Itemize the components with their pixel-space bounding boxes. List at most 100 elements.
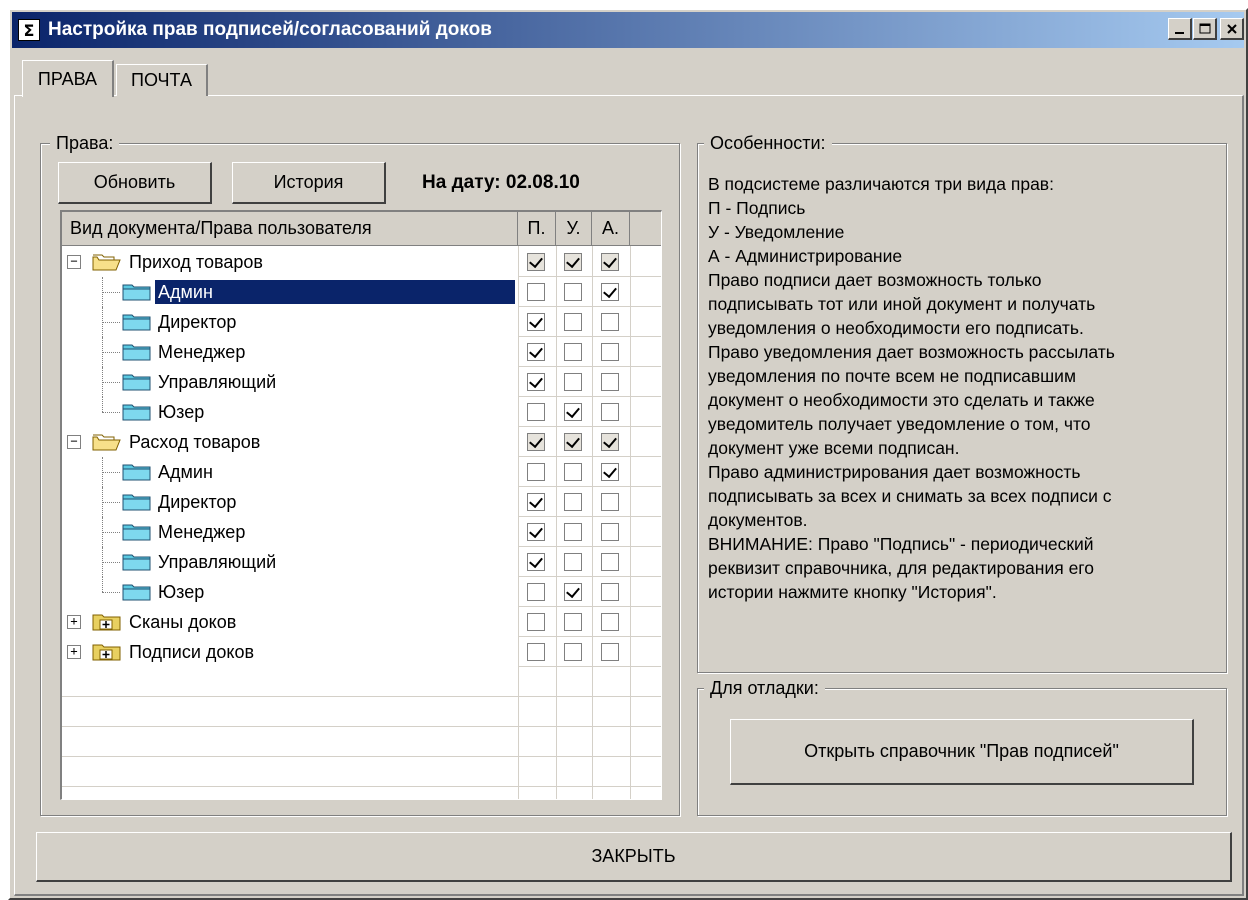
checkbox-u[interactable] <box>564 583 582 601</box>
column-gridline <box>592 246 593 799</box>
tab-pochta[interactable]: ПОЧТА <box>116 64 208 96</box>
minimize-button[interactable] <box>1168 18 1192 40</box>
close-button[interactable]: ЗАКРЫТЬ <box>36 832 1232 882</box>
close-window-button[interactable] <box>1220 18 1244 40</box>
tree-line <box>102 532 120 533</box>
checkbox-u[interactable] <box>564 463 582 481</box>
tab-pochta-label: ПОЧТА <box>131 70 192 90</box>
checkbox-p[interactable] <box>527 583 545 601</box>
checkbox-u[interactable] <box>564 313 582 331</box>
checkbox-a[interactable] <box>601 463 619 481</box>
window-title: Настройка прав подписей/согласований док… <box>48 19 492 40</box>
collapse-icon[interactable]: − <box>67 435 81 449</box>
collapse-icon[interactable]: − <box>67 255 81 269</box>
folder-icon <box>122 552 152 572</box>
column-header-a[interactable]: А. <box>592 212 630 246</box>
folder-icon <box>122 522 152 542</box>
checkbox-a[interactable] <box>601 343 619 361</box>
tree-node-label[interactable]: Директор <box>155 490 239 514</box>
expand-icon[interactable]: + <box>67 615 81 629</box>
tree-node-label[interactable]: Юзер <box>155 580 207 604</box>
checkbox-p[interactable] <box>527 283 545 301</box>
checkbox-u[interactable] <box>564 643 582 661</box>
column-header-p[interactable]: П. <box>518 212 556 246</box>
checkbox-a[interactable] <box>601 433 619 451</box>
checkbox-p[interactable] <box>527 433 545 451</box>
checkbox-p[interactable] <box>527 523 545 541</box>
refresh-button[interactable]: Обновить <box>58 162 212 204</box>
checkbox-p[interactable] <box>527 403 545 421</box>
checkbox-u[interactable] <box>564 553 582 571</box>
tree-node-label[interactable]: Директор <box>155 310 239 334</box>
checkbox-p[interactable] <box>527 373 545 391</box>
tree-node-label[interactable]: Приход товаров <box>126 250 266 274</box>
checkbox-a[interactable] <box>601 643 619 661</box>
row-gridline <box>518 546 661 547</box>
column-header-doc[interactable]: Вид документа/Права пользователя <box>62 212 518 246</box>
checkbox-a[interactable] <box>601 253 619 271</box>
features-line: А - Администрирование <box>708 246 903 266</box>
checkbox-a[interactable] <box>601 583 619 601</box>
tree-node-label[interactable]: Менеджер <box>155 340 248 364</box>
tree-node-label[interactable]: Расход товаров <box>126 430 263 454</box>
checkbox-u[interactable] <box>564 523 582 541</box>
folder-package-icon <box>92 612 122 632</box>
tree-node-label[interactable]: Админ <box>154 279 516 305</box>
checkbox-a[interactable] <box>601 553 619 571</box>
checkbox-u[interactable] <box>564 253 582 271</box>
tree-line <box>102 577 103 592</box>
expand-icon[interactable]: + <box>67 645 81 659</box>
checkbox-a[interactable] <box>601 613 619 631</box>
tree-node-label[interactable]: Менеджер <box>155 520 248 544</box>
checkbox-a[interactable] <box>601 493 619 511</box>
tab-prava[interactable]: ПРАВА <box>22 60 114 97</box>
tab-prava-label: ПРАВА <box>37 68 98 89</box>
features-line: документов. <box>708 510 808 530</box>
tree-node-label[interactable]: Управляющий <box>155 550 279 574</box>
checkbox-u[interactable] <box>564 433 582 451</box>
checkbox-u[interactable] <box>564 493 582 511</box>
checkbox-u[interactable] <box>564 343 582 361</box>
row-gridline <box>518 456 661 457</box>
row-gridline <box>518 276 661 277</box>
checkbox-a[interactable] <box>601 313 619 331</box>
tree-node-label[interactable]: Юзер <box>155 400 207 424</box>
history-button-label: История <box>273 172 344 192</box>
checkbox-p[interactable] <box>527 553 545 571</box>
open-directory-button[interactable]: Открыть справочник "Прав подписей" <box>730 719 1194 785</box>
tree-node-label[interactable]: Подписи доков <box>126 640 257 664</box>
checkbox-u[interactable] <box>564 283 582 301</box>
features-line: Право администрирования дает возможность <box>708 462 1081 482</box>
checkbox-p[interactable] <box>527 253 545 271</box>
maximize-icon <box>1199 23 1210 33</box>
checkbox-u[interactable] <box>564 613 582 631</box>
checkbox-p[interactable] <box>527 643 545 661</box>
tree-node-label[interactable]: Админ <box>155 460 216 484</box>
maximize-button[interactable] <box>1193 18 1217 40</box>
folder-package-icon <box>92 642 122 662</box>
features-line: документ уже всеми подписан. <box>708 438 960 458</box>
checkbox-p[interactable] <box>527 463 545 481</box>
checkbox-p[interactable] <box>527 493 545 511</box>
checkbox-a[interactable] <box>601 283 619 301</box>
checkbox-p[interactable] <box>527 613 545 631</box>
features-line: уведомитель получает уведомление о том, … <box>708 414 1091 434</box>
features-line: реквизит справочника, для редактирования… <box>708 558 1095 578</box>
checkbox-u[interactable] <box>564 373 582 391</box>
checkbox-a[interactable] <box>601 523 619 541</box>
sigma-icon[interactable]: Σ <box>18 19 40 41</box>
tree-line <box>102 352 120 353</box>
column-header-u[interactable]: У. <box>556 212 592 246</box>
checkbox-a[interactable] <box>601 403 619 421</box>
features-line: В подсистеме различаются три вида прав: <box>708 174 1054 194</box>
features-line: Право уведомления дает возможность рассы… <box>708 342 1115 362</box>
rights-grid[interactable]: Вид документа/Права пользователя П. У. А… <box>60 210 662 800</box>
tree-node-label[interactable]: Управляющий <box>155 370 279 394</box>
checkbox-p[interactable] <box>527 313 545 331</box>
tree-node-label[interactable]: Сканы доков <box>126 610 239 634</box>
checkbox-a[interactable] <box>601 373 619 391</box>
features-line: Право подписи дает возможность только <box>708 270 1042 290</box>
checkbox-u[interactable] <box>564 403 582 421</box>
checkbox-p[interactable] <box>527 343 545 361</box>
history-button[interactable]: История <box>232 162 386 204</box>
